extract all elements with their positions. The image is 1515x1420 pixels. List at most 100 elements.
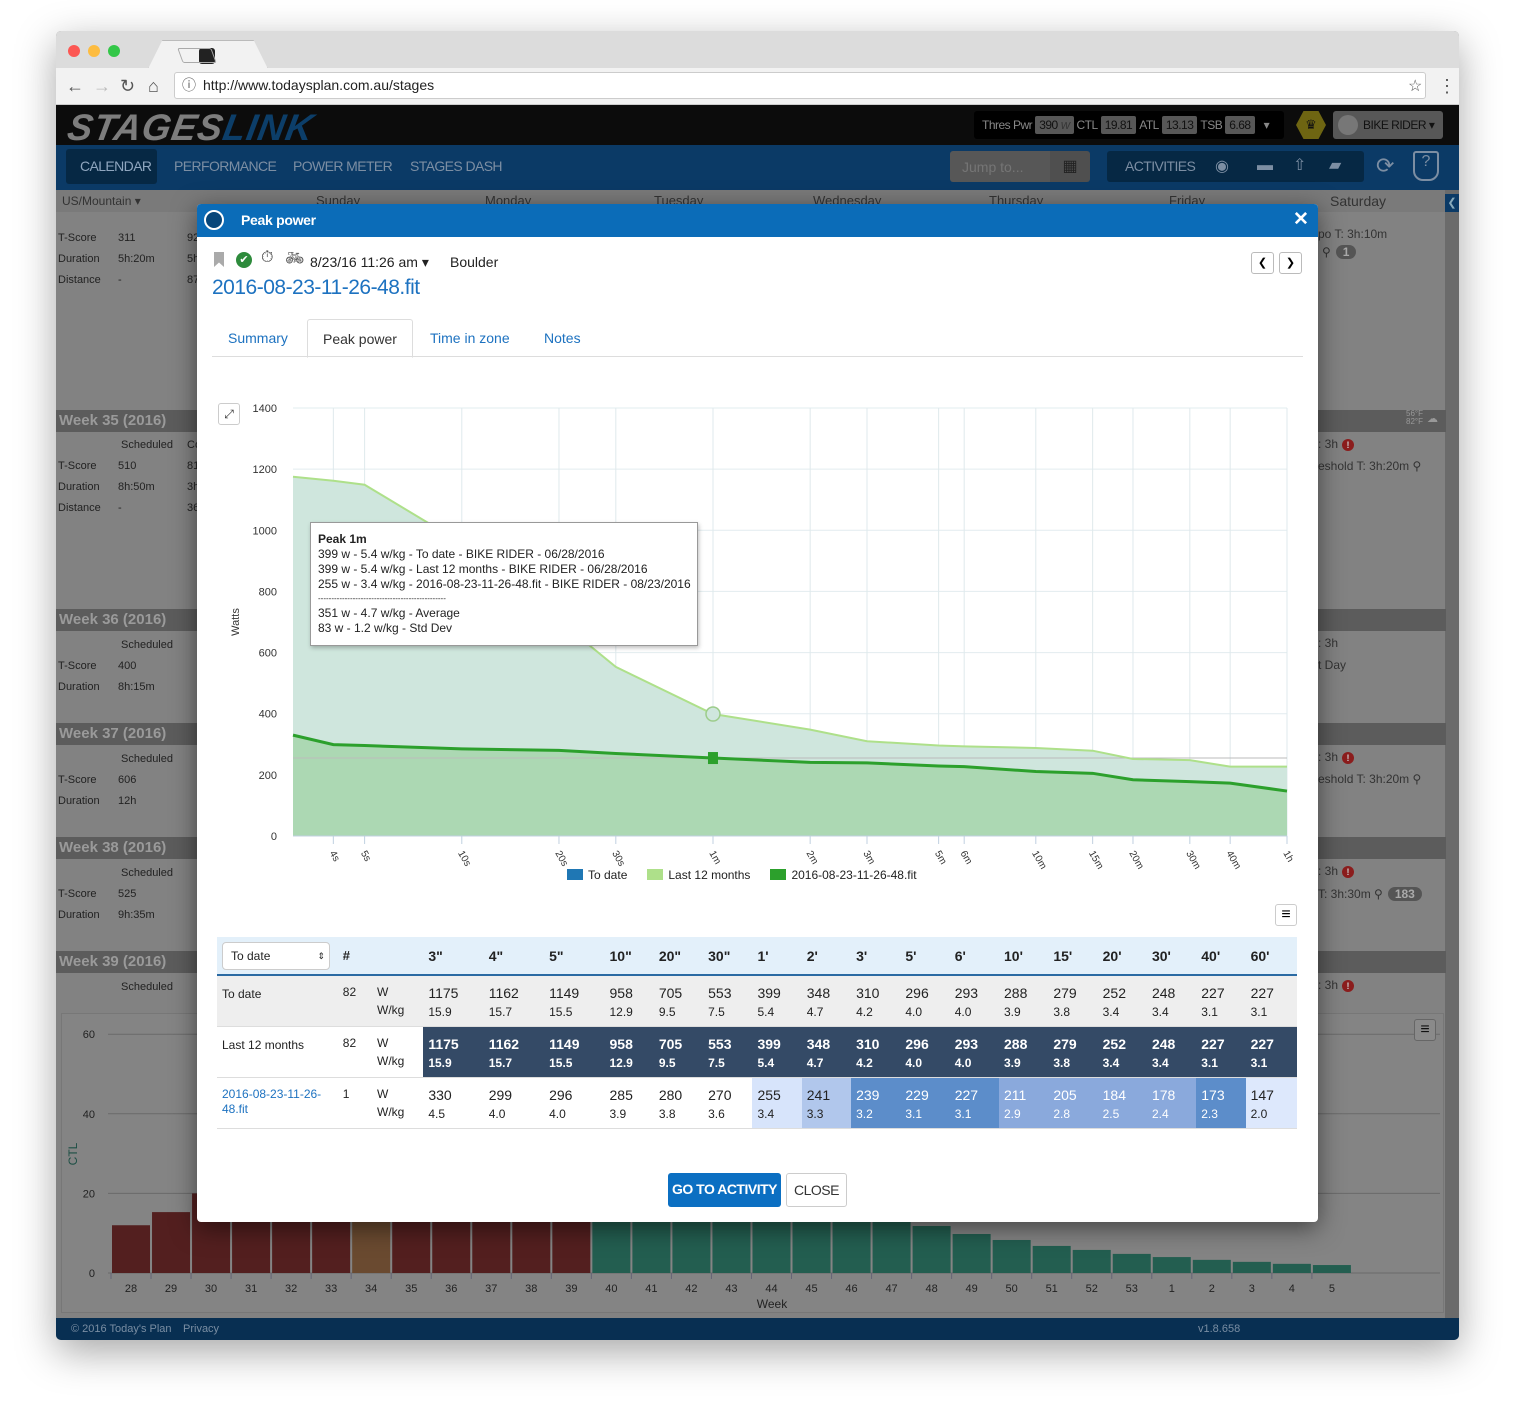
duration-header[interactable]: 30'	[1146, 937, 1197, 976]
peak-value-cell[interactable]: 330 4.5	[423, 1077, 483, 1128]
duration-header[interactable]: 20"	[653, 937, 704, 976]
calendar-event[interactable]: : 3h!	[1318, 978, 1355, 992]
calendar-event[interactable]: ⚲ 1	[1322, 245, 1357, 259]
duration-header[interactable]: 5"	[544, 937, 605, 976]
peak-value-cell[interactable]: 553 7.5	[703, 1026, 753, 1077]
folder-icon[interactable]: ▬	[1257, 157, 1273, 175]
peak-value-cell[interactable]: 255 3.4	[752, 1077, 802, 1128]
peak-value-cell[interactable]: 1149 15.5	[544, 1026, 605, 1077]
duration-header[interactable]: 3'	[851, 937, 901, 976]
help-icon[interactable]: ?	[1413, 151, 1439, 181]
crown-icon[interactable]: ♛	[1296, 111, 1326, 139]
comment-icon[interactable]: ▰	[1329, 155, 1341, 175]
peak-value-cell[interactable]: 958 12.9	[605, 975, 654, 1026]
peak-value-cell[interactable]: 296 4.0	[900, 975, 949, 1026]
peak-value-cell[interactable]: 227 3.1	[1246, 975, 1297, 1026]
power-gauge-icon[interactable]: ◉	[1215, 156, 1229, 176]
legend-item-to-date[interactable]: To date	[567, 868, 627, 882]
privacy-link[interactable]: Privacy	[183, 1318, 219, 1340]
row-label[interactable]: To date	[217, 975, 338, 1026]
row-label[interactable]: 2016-08-23-11-26-48.fit	[217, 1077, 338, 1128]
date-dropdown[interactable]: 8/23/16 11:26 am ▾	[310, 254, 429, 271]
bookmark-icon[interactable]	[214, 252, 224, 267]
peak-value-cell[interactable]: 348 4.7	[801, 1026, 852, 1077]
peak-value-cell[interactable]: 248 3.4	[1146, 1026, 1197, 1077]
peak-value-cell[interactable]: 248 3.4	[1147, 975, 1196, 1026]
duration-header[interactable]: 1'	[752, 937, 802, 976]
duration-header[interactable]: 5'	[900, 937, 950, 976]
activity-filename-link[interactable]: 2016-08-23-11-26-48.fit	[212, 276, 420, 300]
peak-value-cell[interactable]: 553 7.5	[703, 975, 752, 1026]
nav-calendar[interactable]: CALENDAR	[80, 158, 152, 174]
peak-value-cell[interactable]: 229 3.1	[900, 1077, 950, 1128]
peak-value-cell[interactable]: 293 4.0	[949, 1026, 999, 1077]
peak-value-cell[interactable]: 310 4.2	[851, 975, 900, 1026]
sync-icon[interactable]: ⟳	[1376, 153, 1394, 179]
duration-header[interactable]: 10"	[604, 937, 654, 976]
peak-value-cell[interactable]: 1162 15.7	[484, 975, 544, 1026]
peak-value-cell[interactable]: 227 3.1	[949, 1077, 999, 1128]
peak-value-cell[interactable]: 252 3.4	[1097, 1026, 1147, 1077]
calendar-event[interactable]: po T: 3h:10m	[1318, 227, 1387, 241]
tab-notes[interactable]: Notes	[529, 319, 596, 357]
peak-value-cell[interactable]: 227 3.1	[1196, 1026, 1246, 1077]
calendar-event[interactable]: : 3h!	[1318, 437, 1355, 451]
calendar-icon[interactable]: ▦	[1050, 151, 1090, 182]
peak-value-cell[interactable]: 227 3.1	[1196, 975, 1245, 1026]
menu-kebab-icon[interactable]: ⋮	[1438, 76, 1456, 97]
calendar-event[interactable]: eshold T: 3h:20m ⚲	[1318, 459, 1421, 473]
table-menu-icon[interactable]: ≡	[1275, 904, 1297, 926]
home-icon[interactable]: ⌂	[148, 76, 159, 97]
peak-value-cell[interactable]: 173 2.3	[1196, 1077, 1246, 1128]
peak-value-cell[interactable]: 239 3.2	[851, 1077, 901, 1128]
period-select[interactable]: To date ⇕	[222, 941, 330, 970]
peak-value-cell[interactable]: 211 2.9	[999, 1077, 1049, 1128]
peak-value-cell[interactable]: 1149 15.5	[544, 975, 604, 1026]
peak-value-cell[interactable]: 270 3.6	[703, 1077, 752, 1128]
duration-header[interactable]: 30"	[703, 937, 753, 976]
peak-value-cell[interactable]: 705 9.5	[653, 1026, 704, 1077]
copyright-link[interactable]: © 2016 Today's Plan	[71, 1318, 172, 1340]
peak-value-cell[interactable]: 285 3.9	[605, 1077, 654, 1128]
calendar-scrollbar[interactable]: ❮	[1445, 190, 1459, 1320]
new-tab-button[interactable]	[177, 48, 217, 63]
peak-value-cell[interactable]: 705 9.5	[654, 975, 703, 1026]
chevron-down-icon[interactable]: ▾	[1264, 118, 1270, 132]
peak-value-cell[interactable]: 296 4.0	[544, 1077, 604, 1128]
calendar-event[interactable]: T: 3h:30m ⚲ 183	[1318, 887, 1422, 901]
peak-value-cell[interactable]: 280 3.8	[654, 1077, 703, 1128]
peak-value-cell[interactable]: 1162 15.7	[483, 1026, 545, 1077]
peak-value-cell[interactable]: 399 5.4	[752, 975, 801, 1026]
collapse-chevron-icon[interactable]: ❮	[1445, 194, 1459, 212]
duration-header[interactable]: 4"	[483, 937, 545, 976]
bookmark-star-icon[interactable]: ☆	[1408, 76, 1422, 96]
nav-stages-dash[interactable]: STAGES DASH	[410, 158, 503, 174]
nav-power-meter[interactable]: POWER METER	[293, 158, 393, 174]
duration-header[interactable]: 10'	[999, 937, 1049, 976]
ctl-menu-icon[interactable]: ≡	[1414, 1019, 1436, 1041]
close-icon[interactable]: ✕	[1293, 208, 1309, 231]
stageslink-logo[interactable]: STAGESLINK	[64, 107, 317, 149]
activities-button[interactable]: ACTIVITIES	[1125, 158, 1196, 174]
peak-value-cell[interactable]: 1175 15.9	[423, 975, 483, 1026]
calendar-event[interactable]: : 3h!	[1318, 750, 1355, 764]
peak-value-cell[interactable]: 296 4.0	[900, 1026, 950, 1077]
previous-button[interactable]: ❮	[1251, 252, 1274, 274]
user-menu[interactable]: BIKE RIDER ▾	[1333, 111, 1443, 139]
peak-value-cell[interactable]: 252 3.4	[1098, 975, 1147, 1026]
rider-stats[interactable]: Thres Pwr 390 W CTL 19.81 ATL 13.13 TSB 6.68…	[974, 111, 1284, 139]
duration-header[interactable]: 3"	[423, 937, 484, 976]
peak-value-cell[interactable]: 299 4.0	[484, 1077, 544, 1128]
duration-header[interactable]: 6'	[949, 937, 999, 976]
nav-performance[interactable]: PERFORMANCE	[174, 158, 277, 174]
calendar-event[interactable]: : 3h!	[1318, 864, 1355, 878]
peak-value-cell[interactable]: 147 2.0	[1245, 1077, 1297, 1128]
close-window-button[interactable]	[68, 45, 80, 57]
legend-item-last-12-months[interactable]: Last 12 months	[647, 868, 750, 882]
reload-icon[interactable]: ↻	[120, 76, 135, 97]
peak-value-cell[interactable]: 958 12.9	[604, 1026, 654, 1077]
peak-value-cell[interactable]: 288 3.9	[999, 975, 1048, 1026]
maximize-window-button[interactable]	[108, 45, 120, 57]
duration-header[interactable]: 60'	[1245, 937, 1297, 976]
calendar-event[interactable]: eshold T: 3h:20m ⚲	[1318, 772, 1421, 786]
